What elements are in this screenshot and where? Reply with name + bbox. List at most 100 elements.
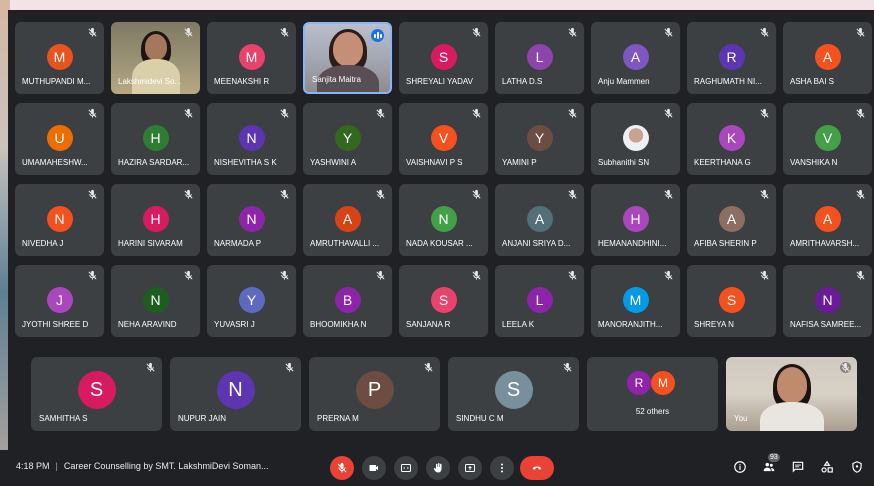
participant-name: AMRUTHAVALLI ... bbox=[310, 239, 380, 248]
participant-tile[interactable]: Y YASHWINI A bbox=[303, 103, 392, 175]
mic-muted-icon bbox=[279, 270, 290, 281]
participant-name: Anju Mammen bbox=[598, 77, 650, 86]
participant-name: BHOOMIKHA N bbox=[310, 320, 367, 329]
participant-tile[interactable]: M MANORANJITH... bbox=[591, 265, 680, 337]
participant-tile[interactable]: N NUPUR JAIN bbox=[170, 357, 301, 431]
participant-tile[interactable]: N NISHEVITHA S K bbox=[207, 103, 296, 175]
participant-avatar: V bbox=[814, 125, 841, 151]
captions-button[interactable] bbox=[394, 456, 418, 480]
participant-avatar: M bbox=[238, 44, 265, 70]
mic-muted-icon bbox=[759, 108, 770, 119]
participant-tile[interactable]: A AFIBA SHERIN P bbox=[687, 184, 776, 256]
participant-tile[interactable]: S SAMHITHA S bbox=[31, 357, 162, 431]
mic-muted-icon bbox=[759, 189, 770, 200]
chat-icon bbox=[791, 460, 805, 474]
participant-tile[interactable]: N NAFISA SAMREE... bbox=[783, 265, 872, 337]
meeting-title[interactable]: Career Counselling by SMT. LakshmiDevi S… bbox=[64, 461, 269, 471]
participant-tile[interactable]: R RAGHUMATH NI... bbox=[687, 22, 776, 94]
meeting-info-button[interactable] bbox=[732, 459, 748, 475]
camera-toggle-button[interactable] bbox=[362, 456, 386, 480]
participant-tile[interactable]: A AMRUTHAVALLI ... bbox=[303, 184, 392, 256]
others-tile[interactable]: R M 52 others bbox=[587, 357, 718, 431]
participant-name: NAFISA SAMREE... bbox=[790, 320, 862, 329]
participant-tile[interactable]: A Anju Mammen bbox=[591, 22, 680, 94]
participants-count-badge: 93 bbox=[768, 453, 780, 462]
participant-name: NARMADA P bbox=[214, 239, 262, 248]
participant-name: SHREYALI YADAV bbox=[406, 77, 473, 86]
participant-tile[interactable]: Y YAMINI P bbox=[495, 103, 584, 175]
participant-tile[interactable]: Sanjita Maitra bbox=[303, 22, 392, 94]
participant-name: MEENAKSHI R bbox=[214, 77, 270, 86]
participant-tile[interactable]: L LEELA K bbox=[495, 265, 584, 337]
participants-button[interactable]: 93 bbox=[761, 453, 780, 475]
participant-name: Subhanithi SN bbox=[598, 158, 650, 167]
participant-tile[interactable]: S SINDHU C M bbox=[448, 357, 579, 431]
present-button[interactable] bbox=[458, 456, 482, 480]
raise-hand-button[interactable] bbox=[426, 456, 450, 480]
mic-muted-icon bbox=[279, 108, 290, 119]
participant-tile[interactable]: H HARINI SIVARAM bbox=[111, 184, 200, 256]
mic-muted-icon bbox=[183, 108, 194, 119]
participant-name: MUTHUPANDI M... bbox=[22, 77, 91, 86]
participant-tile[interactable]: Subhanithi SN bbox=[591, 103, 680, 175]
camera-icon bbox=[368, 462, 380, 474]
host-controls-button[interactable] bbox=[849, 459, 865, 475]
participant-name: HEMANANDHINI... bbox=[598, 239, 667, 248]
participant-avatar: N bbox=[142, 287, 169, 313]
participant-tile[interactable]: N NARMADA P bbox=[207, 184, 296, 256]
participant-tile[interactable]: A ASHA BAI S bbox=[783, 22, 872, 94]
participant-avatar: P bbox=[355, 371, 394, 409]
mic-muted-icon bbox=[87, 270, 98, 281]
participant-tile[interactable]: S SANJANA R bbox=[399, 265, 488, 337]
participant-tile[interactable]: M MEENAKSHI R bbox=[207, 22, 296, 94]
participant-tile[interactable]: S SHREYALI YADAV bbox=[399, 22, 488, 94]
participant-name: VAISHNAVI P S bbox=[406, 158, 463, 167]
activities-button[interactable] bbox=[819, 459, 835, 475]
participant-name: You bbox=[734, 414, 748, 423]
mic-muted-icon bbox=[145, 362, 156, 373]
participant-tile[interactable]: N NIVEDHA J bbox=[15, 184, 104, 256]
mic-muted-icon bbox=[375, 189, 386, 200]
participant-tile[interactable]: U UMAMAHESHW... bbox=[15, 103, 104, 175]
participant-tile[interactable]: L LATHA D.S bbox=[495, 22, 584, 94]
participant-tile[interactable]: Lakshmidevi So... bbox=[111, 22, 200, 94]
participant-face bbox=[776, 367, 807, 403]
participant-tile[interactable]: Y YUVASRI J bbox=[207, 265, 296, 337]
participant-name: AMRITHAVARSH... bbox=[790, 239, 860, 248]
self-view-tile[interactable]: You bbox=[726, 357, 857, 431]
participant-tile[interactable]: H HAZIRA SARDAR... bbox=[111, 103, 200, 175]
participant-tile[interactable]: V VAISHNAVI P S bbox=[399, 103, 488, 175]
participant-tile[interactable]: N NADA KOUSAR ... bbox=[399, 184, 488, 256]
participant-tile[interactable]: V VANSHIKA N bbox=[783, 103, 872, 175]
participant-tile[interactable]: A AMRITHAVARSH... bbox=[783, 184, 872, 256]
participant-name: AFIBA SHERIN P bbox=[694, 239, 757, 248]
participant-avatar: H bbox=[142, 206, 169, 232]
participant-tile[interactable]: B BHOOMIKHA N bbox=[303, 265, 392, 337]
participant-tile[interactable]: J JYOTHI SHREE D bbox=[15, 265, 104, 337]
bottom-bar: 4:18 PM | Career Counselling by SMT. Laksh… bbox=[0, 450, 874, 486]
mic-toggle-button[interactable] bbox=[330, 456, 354, 480]
more-options-button[interactable] bbox=[490, 456, 514, 480]
participant-avatar: L bbox=[526, 287, 553, 313]
participant-tile[interactable]: S SHREYA N bbox=[687, 265, 776, 337]
participant-name: LATHA D.S bbox=[502, 77, 543, 86]
participant-tile[interactable]: P PRERNA M bbox=[309, 357, 440, 431]
participant-tile[interactable]: A ANJANI SRIYA D... bbox=[495, 184, 584, 256]
mic-muted-icon bbox=[471, 108, 482, 119]
participant-tile[interactable]: N NEHA ARAVIND bbox=[111, 265, 200, 337]
participant-name: NUPUR JAIN bbox=[178, 414, 227, 423]
leave-call-button[interactable] bbox=[520, 456, 554, 480]
participant-tile[interactable]: M MUTHUPANDI M... bbox=[15, 22, 104, 94]
participant-avatar: M bbox=[622, 287, 649, 313]
participant-name: SANJANA R bbox=[406, 320, 451, 329]
participant-avatar: N bbox=[238, 206, 265, 232]
participant-tile[interactable]: K KEERTHANA G bbox=[687, 103, 776, 175]
participant-tile[interactable]: H HEMANANDHINI... bbox=[591, 184, 680, 256]
chat-button[interactable] bbox=[790, 459, 806, 475]
participant-name: SHREYA N bbox=[694, 320, 734, 329]
participant-name: NADA KOUSAR ... bbox=[406, 239, 473, 248]
mic-muted-icon bbox=[855, 189, 866, 200]
mic-muted-icon bbox=[284, 362, 295, 373]
mic-muted-icon bbox=[375, 108, 386, 119]
mic-muted-icon bbox=[663, 108, 674, 119]
